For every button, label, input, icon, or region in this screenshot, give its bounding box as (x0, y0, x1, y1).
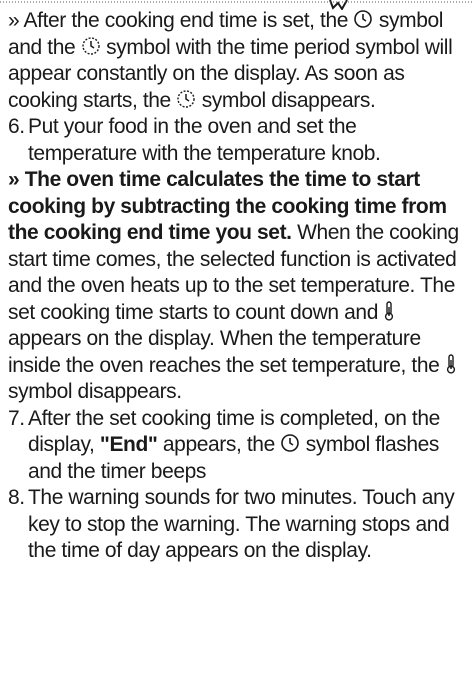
text: appears on the display. When the tempera… (8, 327, 440, 377)
step-8: 8. The warning sounds for two minutes. T… (8, 485, 470, 565)
clock-icon (353, 9, 373, 29)
step-text: After the set cooking time is completed,… (28, 406, 470, 486)
paragraph-start-time: » The oven time calculates the time to s… (8, 167, 470, 406)
step-text: The warning sounds for two minutes. Touc… (28, 486, 455, 562)
step-6: 6. Put your food in the oven and set the… (8, 114, 470, 167)
text: symbol disappears. (8, 380, 182, 403)
step-number: 6. (8, 115, 25, 138)
instructions-text: » After the cooking end time is set, the… (8, 8, 470, 565)
step-number: 8. (8, 486, 25, 509)
paragraph-end-time-set: » After the cooking end time is set, the… (8, 8, 470, 114)
timer-icon (81, 36, 101, 56)
text: symbol disappears. (201, 88, 376, 112)
end-label: "End" (99, 433, 158, 456)
manual-page: » After the cooking end time is set, the… (0, 0, 474, 698)
text: appears, the (162, 433, 275, 456)
timer-icon (176, 89, 196, 109)
step-7: 7. After the set cooking time is complet… (8, 406, 470, 486)
step-text: Put your food in the oven and set the te… (28, 115, 381, 165)
thermometer-icon (383, 300, 395, 321)
clock-icon (280, 433, 300, 453)
step-number: 7. (8, 406, 25, 430)
text: » After the cooking end time is set, the (8, 9, 349, 32)
thermometer-icon (445, 353, 457, 374)
